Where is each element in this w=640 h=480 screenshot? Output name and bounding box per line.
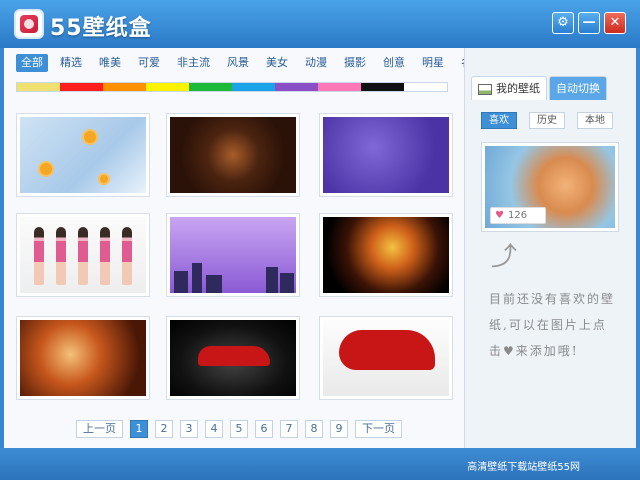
- sidebar-sub-tabs: 喜欢 历史 本地: [481, 112, 625, 129]
- tab-my-wallpapers[interactable]: 我的壁纸: [471, 76, 547, 100]
- wallpaper-thumbnail-car-dark[interactable]: [166, 316, 300, 400]
- app-logo-icon: [14, 9, 44, 39]
- status-bar: 高清壁纸下载站壁纸55网: [0, 448, 640, 480]
- wallpaper-thumbnail-singer[interactable]: [16, 316, 150, 400]
- category-bar: 全部 精选 唯美 可爱 非主流 风景 美女 动漫 摄影 创意 明星 名车: [16, 54, 495, 74]
- category-cute[interactable]: 可爱: [133, 54, 165, 72]
- category-beauty[interactable]: 美女: [261, 54, 293, 72]
- page-button[interactable]: 7: [280, 420, 298, 438]
- tab-label: 我的壁纸: [496, 82, 540, 95]
- thumbnail-image: [170, 217, 296, 293]
- minimize-button[interactable]: —: [578, 12, 600, 34]
- color-filter-swatch[interactable]: [318, 83, 361, 91]
- page-button[interactable]: 6: [255, 420, 273, 438]
- category-non-mainstream[interactable]: 非主流: [172, 54, 215, 72]
- thumbnail-image: [20, 117, 146, 193]
- tab-auto-switch[interactable]: 自动切换: [549, 76, 607, 100]
- prev-page-button[interactable]: 上一页: [76, 420, 123, 438]
- title-bar: 55壁纸盒 ⚙ — ✕: [0, 0, 640, 48]
- thumbnail-image: [170, 117, 296, 193]
- heart-icon: ♥: [495, 210, 504, 221]
- category-anime[interactable]: 动漫: [300, 54, 332, 72]
- page-button[interactable]: 8: [305, 420, 323, 438]
- empty-favorites-hint: 目前还没有喜欢的壁纸,可以在图片上点击♥来添加哦!: [489, 292, 616, 358]
- category-photography[interactable]: 摄影: [339, 54, 371, 72]
- sidebar: 我的壁纸 自动切换 喜欢 历史 本地 ♥ 126 ⤴ 目前还没有喜欢的壁纸,可以在…: [464, 48, 636, 448]
- settings-button[interactable]: ⚙: [552, 12, 574, 34]
- page-button[interactable]: 2: [155, 420, 173, 438]
- page-button[interactable]: 4: [205, 420, 223, 438]
- sidebar-tabs: 我的壁纸 自动切换: [471, 76, 609, 100]
- sub-tab-local[interactable]: 本地: [577, 112, 613, 129]
- color-filter-swatch[interactable]: [232, 83, 275, 91]
- thumbnail-image: [323, 320, 449, 396]
- thumbnail-image: [170, 320, 296, 396]
- color-filter-swatch[interactable]: [404, 83, 447, 91]
- page-button[interactable]: 5: [230, 420, 248, 438]
- wallpaper-thumbnail-cartoon[interactable]: [166, 213, 300, 297]
- status-text: 高清壁纸下载站壁纸55网: [467, 462, 580, 473]
- page-button[interactable]: 3: [180, 420, 198, 438]
- color-filter-swatch[interactable]: [60, 83, 103, 91]
- wallpaper-thumbnail-girl-group[interactable]: [16, 213, 150, 297]
- color-filter-swatch[interactable]: [189, 83, 232, 91]
- color-filter-swatch[interactable]: [361, 83, 404, 91]
- thumbnail-image: [323, 117, 449, 193]
- sub-tab-favorites[interactable]: 喜欢: [481, 112, 517, 129]
- tab-label: 自动切换: [556, 82, 600, 95]
- category-all[interactable]: 全部: [16, 54, 48, 72]
- like-button[interactable]: ♥ 126: [490, 207, 546, 224]
- picture-icon: [478, 83, 492, 95]
- wallpaper-thumbnail-apple[interactable]: [319, 113, 453, 197]
- color-filter-swatch[interactable]: [146, 83, 189, 91]
- close-button[interactable]: ✕: [604, 12, 626, 34]
- curved-arrow-icon: ⤴: [491, 242, 518, 272]
- category-scenery[interactable]: 风景: [222, 54, 254, 72]
- wallpaper-thumbnail-car-white[interactable]: [319, 316, 453, 400]
- app-title: 55壁纸盒: [50, 16, 152, 41]
- pagination: 上一页 1 2 3 4 5 6 7 8 9 下一页: [76, 420, 409, 438]
- sub-tab-history[interactable]: 历史: [529, 112, 565, 129]
- color-filter-swatch[interactable]: [275, 83, 318, 91]
- color-filter-strip: [16, 82, 448, 92]
- preview-card[interactable]: ♥ 126: [481, 142, 619, 232]
- wallpaper-thumbnail-daisies[interactable]: [16, 113, 150, 197]
- wallpaper-thumbnail-candy[interactable]: [166, 113, 300, 197]
- thumbnail-image: [20, 217, 146, 293]
- main-panel: 全部 精选 唯美 可爱 非主流 风景 美女 动漫 摄影 创意 明星 名车: [4, 48, 636, 448]
- category-creative[interactable]: 创意: [378, 54, 410, 72]
- color-filter-swatch[interactable]: [103, 83, 146, 91]
- page-button[interactable]: 9: [330, 420, 348, 438]
- like-count: 126: [507, 210, 528, 221]
- thumbnail-image: [323, 217, 449, 293]
- wallpaper-thumbnail-phoenix[interactable]: [319, 213, 453, 297]
- category-aesthetic[interactable]: 唯美: [94, 54, 126, 72]
- thumbnail-image: [20, 320, 146, 396]
- next-page-button[interactable]: 下一页: [355, 420, 402, 438]
- page-button[interactable]: 1: [130, 420, 148, 438]
- category-featured[interactable]: 精选: [55, 54, 87, 72]
- category-stars[interactable]: 明星: [417, 54, 449, 72]
- color-filter-swatch[interactable]: [17, 83, 60, 91]
